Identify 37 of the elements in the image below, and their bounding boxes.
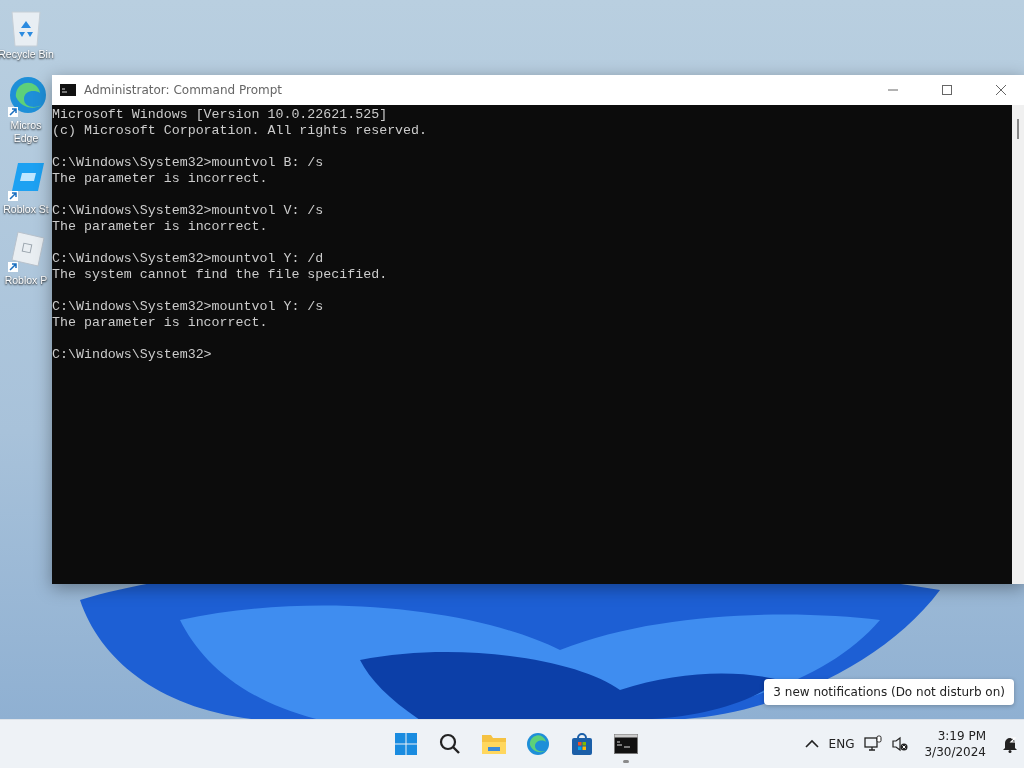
desktop-icon-label[interactable]: Roblox St — [3, 203, 49, 216]
window-title: Administrator: Command Prompt — [84, 83, 283, 97]
folder-icon — [481, 733, 507, 755]
console-line: C:\Windows\System32>mountvol Y: /d — [52, 251, 325, 267]
console-icon — [614, 734, 638, 754]
console-line: The parameter is incorrect. — [52, 219, 269, 235]
do-not-disturb-bell-icon[interactable] — [1002, 735, 1018, 753]
edge-icon — [6, 75, 46, 119]
clock[interactable]: 3:19 PM 3/30/2024 — [918, 726, 992, 762]
desktop-icon-label[interactable]: Roblox P — [4, 274, 48, 287]
scrollbar-thumb[interactable] — [1017, 119, 1019, 139]
console-line: Microsoft Windows [Version 10.0.22621.525] — [52, 107, 389, 123]
running-indicator — [623, 760, 629, 763]
console-line: C:\Windows\System32> — [52, 347, 213, 363]
muted-speaker-icon[interactable] — [892, 736, 909, 752]
desktop-icon-label[interactable]: Micros — [10, 119, 42, 132]
edge-icon — [526, 732, 550, 756]
console-line: C:\Windows\System32>mountvol V: /s — [52, 203, 325, 219]
windows-logo-icon — [394, 732, 418, 756]
console-line: The system cannot find the file specified. — [52, 267, 389, 283]
search-icon — [438, 732, 462, 756]
console-line: C:\Windows\System32>mountvol Y: /s — [52, 299, 325, 315]
notification-tooltip: 3 new notifications (Do not disturb on) — [764, 679, 1014, 705]
network-icon[interactable] — [864, 735, 883, 753]
console-line: C:\Windows\System32>mountvol B: /s — [52, 155, 325, 171]
desktop-icon-label[interactable]: Edge — [13, 132, 39, 145]
desktop-icon-label[interactable]: Recycle Bin — [0, 48, 54, 61]
show-hidden-icons-button[interactable] — [804, 739, 819, 749]
console-icon — [60, 84, 76, 96]
close-icon — [996, 85, 1006, 95]
console-line: The parameter is incorrect. — [52, 315, 269, 331]
maximize-icon — [942, 85, 952, 95]
language-indicator[interactable]: ENG — [828, 737, 855, 751]
app-shortcut-icon — [6, 230, 46, 274]
console-line: The parameter is incorrect. — [52, 171, 269, 187]
store-bag-icon — [570, 732, 594, 756]
console-line: (c) Microsoft Corporation. All rights reserved. — [52, 123, 429, 139]
